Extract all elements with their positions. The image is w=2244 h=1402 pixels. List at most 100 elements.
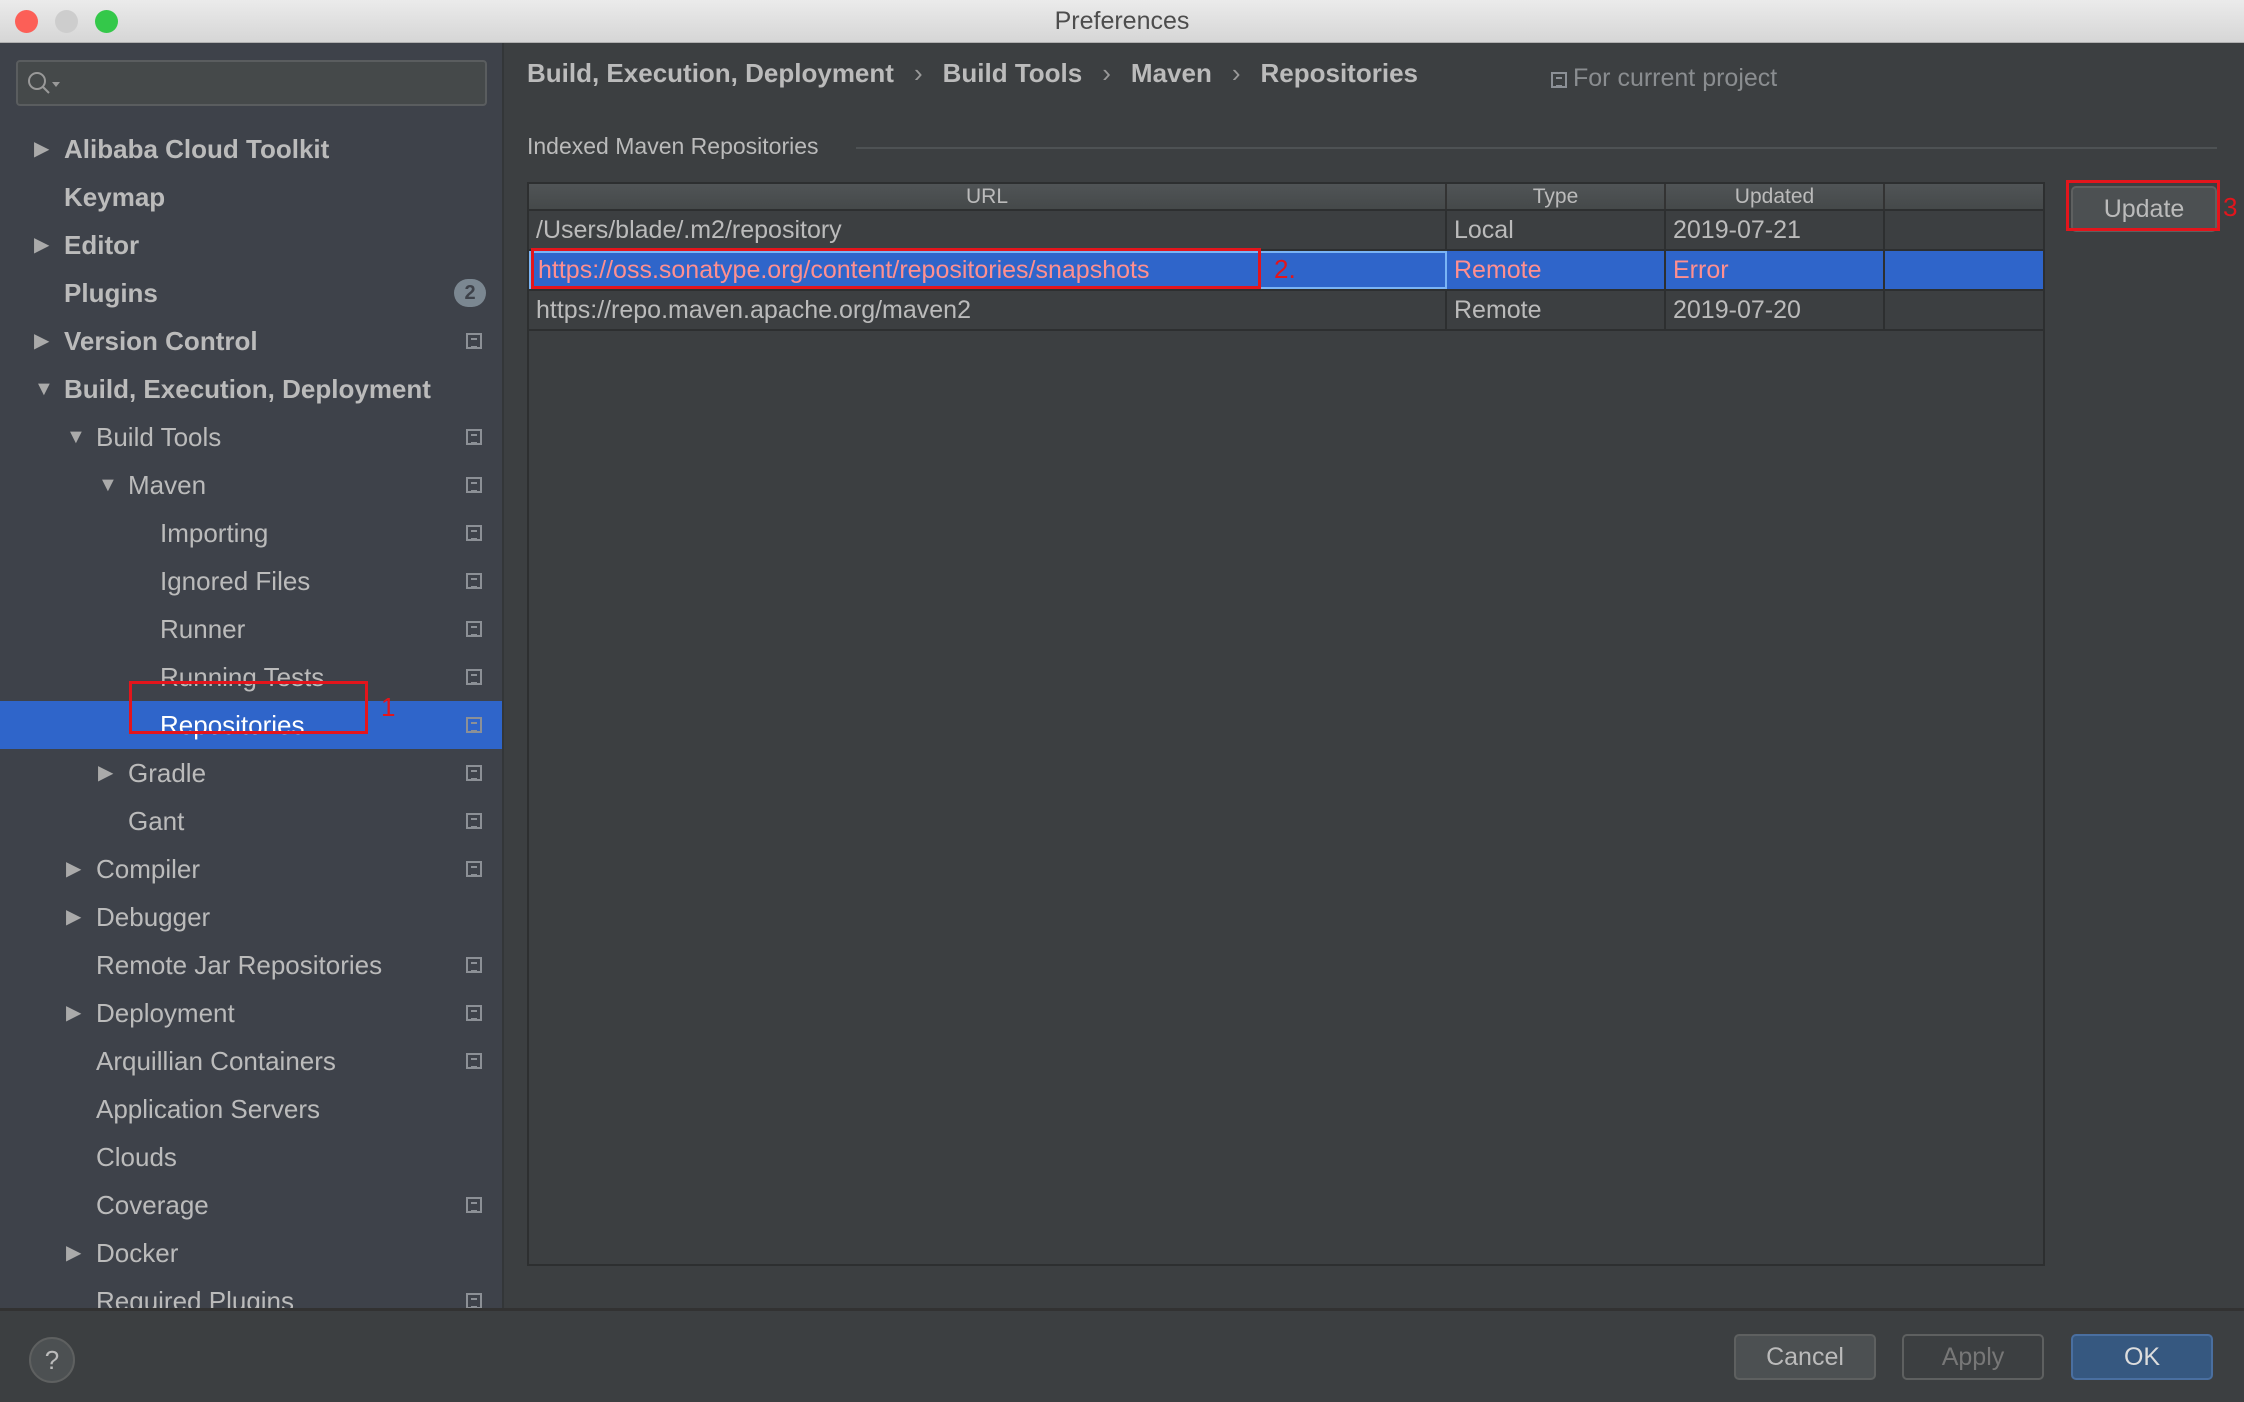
cell-updated: Error [1666, 251, 1885, 289]
breadcrumb: Build, Execution, Deployment › Build Tools… [527, 58, 1418, 89]
breadcrumb-separator: › [913, 58, 923, 88]
sidebar-item[interactable]: ▶ Compiler [0, 845, 502, 893]
sidebar-item[interactable]: Keymap [0, 173, 502, 221]
cell-type: Remote [1447, 251, 1666, 289]
search-icon [28, 72, 60, 94]
sidebar-item[interactable]: Ignored Files [0, 557, 502, 605]
expanded-arrow-icon[interactable]: ▼ [66, 413, 86, 461]
cell-empty [1885, 211, 2043, 249]
breadcrumb-separator: › [1102, 58, 1111, 88]
sidebar-item[interactable]: ▶ Docker [0, 1229, 502, 1277]
sidebar-item-label: Compiler [96, 854, 201, 884]
sidebar-item-label: Runner [160, 614, 246, 644]
ok-button[interactable]: OK [2071, 1334, 2213, 1380]
sidebar-item-label: Importing [160, 518, 269, 548]
column-header-extra [1885, 184, 2043, 209]
table-row[interactable]: https://repo.maven.apache.org/maven2 Remo… [529, 291, 2043, 331]
sidebar-item-label: Clouds [96, 1142, 177, 1172]
project-scope-icon [466, 621, 482, 637]
sidebar-item[interactable]: Remote Jar Repositories [0, 941, 502, 989]
breadcrumb-item[interactable]: Build, Execution, Deployment [527, 58, 894, 88]
collapsed-arrow-icon[interactable]: ▶ [98, 749, 113, 797]
sidebar-item-label: Arquillian Containers [96, 1046, 336, 1076]
cancel-button[interactable]: Cancel [1734, 1334, 1876, 1380]
sidebar-item-label: Alibaba Cloud Toolkit [64, 134, 330, 164]
sidebar-item[interactable]: ▼ Maven [0, 461, 502, 509]
project-scope-icon [466, 573, 482, 589]
sidebar-item[interactable]: Required Plugins [0, 1277, 502, 1308]
sidebar-item-label: Build Tools [96, 422, 222, 452]
sidebar-item[interactable]: ▼ Build Tools [0, 413, 502, 461]
apply-button[interactable]: Apply [1902, 1334, 2044, 1380]
window-title: Preferences [1054, 7, 1190, 35]
sidebar-item-label: Remote Jar Repositories [96, 950, 383, 980]
minimize-window-button[interactable] [55, 10, 78, 33]
breadcrumb-separator: › [1231, 58, 1241, 88]
collapsed-arrow-icon[interactable]: ▶ [34, 317, 49, 365]
sidebar-item[interactable]: ▶ Editor [0, 221, 502, 269]
column-header-url[interactable]: URL [529, 184, 1447, 209]
collapsed-arrow-icon[interactable]: ▶ [66, 845, 81, 893]
collapsed-arrow-icon[interactable]: ▶ [34, 125, 49, 173]
table-row[interactable]: /Users/blade/.m2/repository Local 2019-07-… [529, 211, 2043, 251]
sidebar-item-label: Build, Execution, Deployment [64, 374, 431, 404]
repositories-table: URL Type Updated /Users/blade/.m2/reposi… [527, 182, 2045, 1266]
sidebar-item[interactable]: Runner [0, 605, 502, 653]
group-label: Indexed Maven Repositories [527, 133, 819, 159]
annotation-box-2 [531, 248, 1261, 289]
sidebar-item-label: Required Plugins [96, 1286, 295, 1308]
column-header-updated[interactable]: Updated [1666, 184, 1885, 209]
project-scope-icon [466, 717, 482, 733]
project-scope-icon [466, 1293, 482, 1308]
project-scope-icon [466, 813, 482, 829]
annotation-number-2: 2. [1274, 254, 1296, 284]
sidebar-item-label: Editor [64, 230, 140, 260]
sidebar-item[interactable]: Clouds [0, 1133, 502, 1181]
breadcrumb-item[interactable]: Build Tools [943, 58, 1083, 88]
project-scope-icon [466, 765, 482, 781]
breadcrumb-item[interactable]: Maven [1131, 58, 1212, 88]
sidebar-item[interactable]: ▶ Alibaba Cloud Toolkit [0, 125, 502, 173]
project-scope-icon [466, 957, 482, 973]
sidebar-item-label: Ignored Files [160, 566, 311, 596]
expanded-arrow-icon[interactable]: ▼ [34, 365, 54, 413]
project-scope-icon [466, 525, 482, 541]
sidebar-item-label: Debugger [96, 902, 211, 932]
project-scope-icon [466, 1053, 482, 1069]
project-scope-icon [466, 1005, 482, 1021]
sidebar-item-label: Gant [128, 806, 185, 836]
project-scope-icon [466, 669, 482, 685]
table-header: URL Type Updated [529, 184, 2043, 211]
settings-sidebar: ▶ Alibaba Cloud Toolkit Keymap ▶ Editor Plugi… [0, 43, 504, 1308]
sidebar-item-label: Keymap [64, 182, 166, 212]
cell-empty [1885, 251, 2043, 289]
annotation-number-3: 3 [2223, 192, 2238, 222]
project-scope-icon [466, 477, 482, 493]
project-scope-icon [466, 333, 482, 349]
sidebar-item[interactable]: Gant [0, 797, 502, 845]
sidebar-item[interactable]: ▶ Deployment [0, 989, 502, 1037]
sidebar-item[interactable]: ▼ Build, Execution, Deployment [0, 365, 502, 413]
zoom-window-button[interactable] [95, 10, 118, 33]
sidebar-item[interactable]: Coverage [0, 1181, 502, 1229]
sidebar-item[interactable]: ▶ Gradle [0, 749, 502, 797]
search-input[interactable] [16, 60, 487, 106]
project-scope-icon [466, 429, 482, 445]
scope-indicator: For current project [1551, 64, 1777, 93]
breadcrumb-item: Repositories [1260, 58, 1419, 88]
sidebar-item[interactable]: Importing [0, 509, 502, 557]
column-header-type[interactable]: Type [1447, 184, 1666, 209]
sidebar-item[interactable]: ▶ Version Control [0, 317, 502, 365]
close-window-button[interactable] [15, 10, 38, 33]
help-button[interactable]: ? [29, 1337, 75, 1383]
sidebar-item[interactable]: Application Servers [0, 1085, 502, 1133]
expanded-arrow-icon[interactable]: ▼ [98, 461, 118, 509]
sidebar-item[interactable]: Plugins 2 [0, 269, 502, 317]
sidebar-item[interactable]: ▶ Debugger [0, 893, 502, 941]
sidebar-item[interactable]: Arquillian Containers [0, 1037, 502, 1085]
collapsed-arrow-icon[interactable]: ▶ [34, 221, 49, 269]
collapsed-arrow-icon[interactable]: ▶ [66, 1229, 81, 1277]
collapsed-arrow-icon[interactable]: ▶ [66, 893, 81, 941]
cell-empty [1885, 291, 2043, 329]
collapsed-arrow-icon[interactable]: ▶ [66, 989, 81, 1037]
